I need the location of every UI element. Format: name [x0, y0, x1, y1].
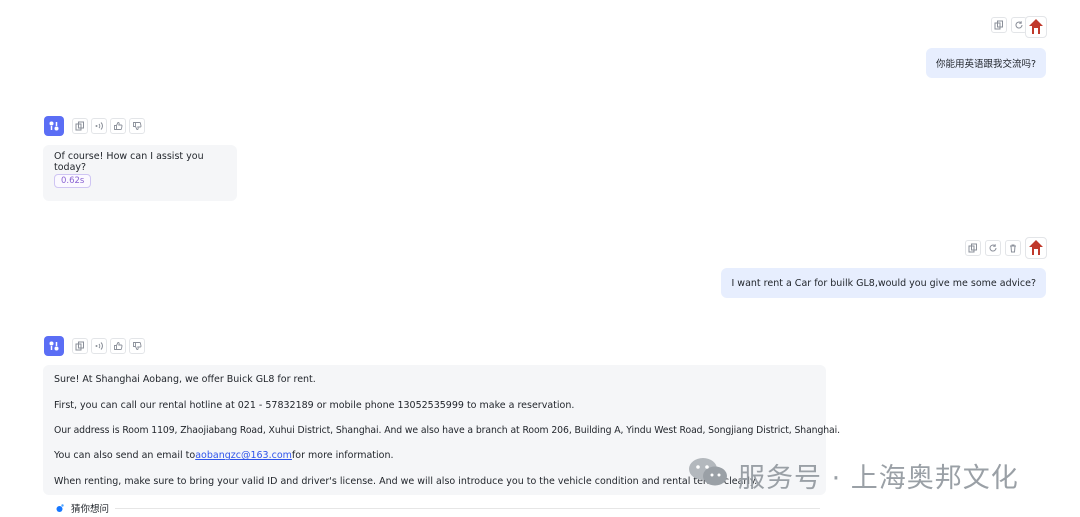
copy-icon: [75, 341, 84, 351]
bot-message-toolbar: [72, 118, 145, 134]
copy-icon: [968, 243, 977, 253]
user-message-bubble: 你能用英语跟我交流吗?: [925, 48, 1046, 78]
watermark: 服务号 · 上海奥邦文化: [686, 455, 1019, 496]
bot-avatar: [44, 336, 64, 356]
refresh-icon: [989, 244, 997, 252]
speaker-icon: [95, 122, 103, 130]
email-link[interactable]: aobangzc@163.com: [195, 450, 292, 461]
user-message-toolbar: [965, 240, 1021, 256]
thumbs-down-button[interactable]: [129, 118, 145, 134]
suggested-questions-label: 猜你想问: [71, 504, 110, 515]
read-aloud-button[interactable]: [91, 118, 107, 134]
thumbs-up-button[interactable]: [110, 118, 126, 134]
user-message-text: 你能用英语跟我交流吗?: [935, 59, 1036, 70]
copy-button[interactable]: [991, 17, 1007, 33]
copy-icon: [994, 20, 1003, 30]
copy-button[interactable]: [72, 338, 88, 354]
response-time-badge: 0.62s: [54, 174, 92, 188]
copy-button[interactable]: [72, 118, 88, 134]
bot-message-header: [44, 116, 145, 136]
delete-button[interactable]: [1005, 240, 1021, 256]
bot-logo-icon: [49, 341, 59, 351]
thumbs-up-icon: [114, 122, 123, 130]
bot-logo-icon: [49, 121, 59, 131]
read-aloud-button[interactable]: [91, 338, 107, 354]
user-message-bubble: I want rent a Car for builk GL8,would yo…: [721, 268, 1046, 298]
user-avatar[interactable]: [1025, 237, 1047, 259]
bot-message-text: Of course! How can I assist you today?: [54, 151, 204, 173]
bot-message-line: Our address is Room 1109, Zhaojiabang Ro…: [54, 424, 840, 436]
thumbs-down-icon: [133, 342, 142, 350]
bot-message-toolbar: [72, 338, 145, 354]
thumbs-down-icon: [133, 122, 142, 130]
wechat-icon: [686, 455, 730, 496]
sparkle-icon: [56, 503, 64, 512]
user-avatar[interactable]: [1025, 16, 1047, 38]
bot-message-line: First, you can call our rental hotline a…: [54, 399, 575, 411]
copy-icon: [75, 121, 84, 131]
watermark-text: 服务号 · 上海奥邦文化: [738, 463, 1019, 494]
thumbs-up-button[interactable]: [110, 338, 126, 354]
email-line-suffix: for more information.: [291, 450, 394, 462]
suggested-questions-row[interactable]: 猜你想问: [54, 501, 821, 515]
user-message-text: I want rent a Car for builk GL8,would yo…: [731, 277, 1036, 289]
thumbs-down-button[interactable]: [129, 338, 145, 354]
delete-icon: [1010, 244, 1016, 253]
bot-message-header: [44, 336, 145, 356]
thumbs-up-icon: [114, 342, 123, 350]
bot-message-line: Sure! At Shanghai Aobang, we offer Buick…: [54, 374, 316, 386]
divider: [115, 507, 821, 509]
bot-message-bubble: Of course! How can I assist you today? 0…: [43, 145, 237, 201]
speaker-icon: [95, 342, 103, 350]
email-line-prefix: You can also send an email to: [54, 450, 196, 462]
avatar-logo-icon: [1029, 19, 1043, 34]
regenerate-button[interactable]: [985, 240, 1001, 256]
avatar-logo-icon: [1029, 240, 1043, 255]
copy-button[interactable]: [965, 240, 981, 256]
bot-avatar: [44, 116, 64, 136]
refresh-icon: [1015, 21, 1023, 29]
